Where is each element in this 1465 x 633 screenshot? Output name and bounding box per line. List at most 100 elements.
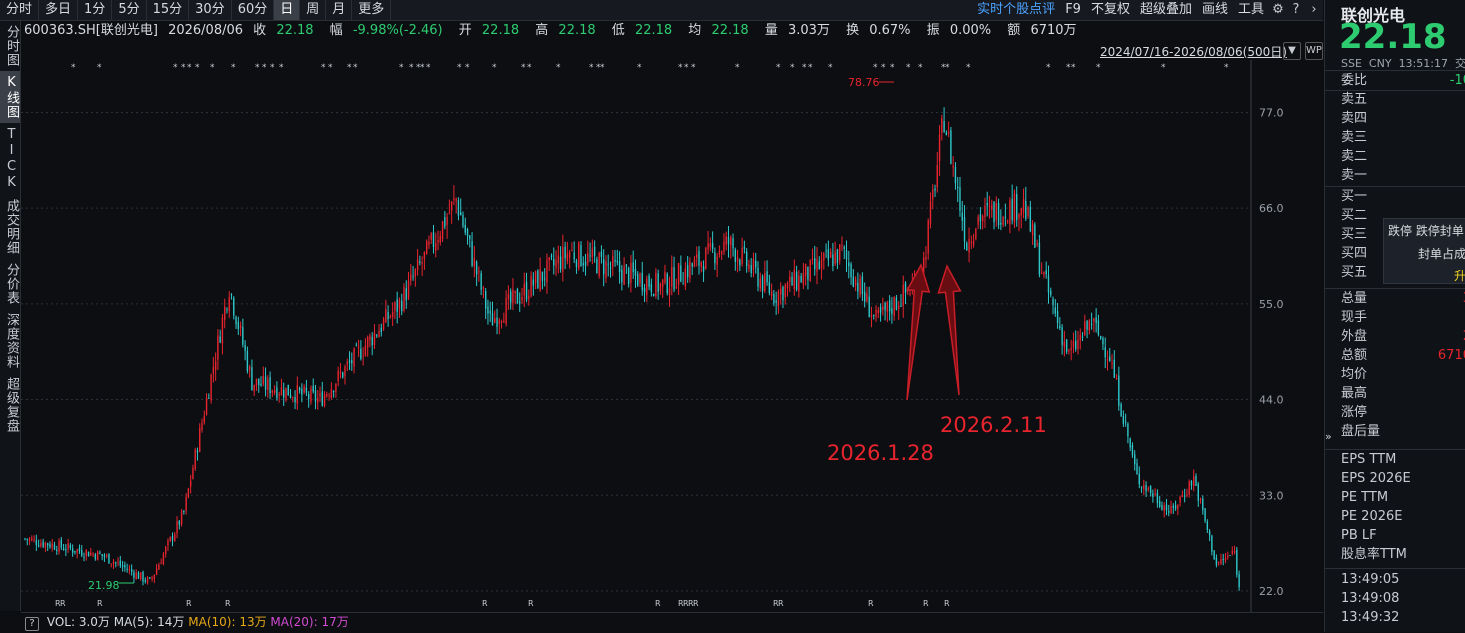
side-tabs: 分时图 K线图 TICK 成交明细 分价表 深度资料 超级复盘: [0, 21, 21, 611]
kline-chart[interactable]: * * * * * * * * * * * * * * * * * * * * * * * * * * * * * * * * * * * * * * * *…: [21, 60, 1323, 612]
candle-body: [101, 554, 103, 556]
wp-icon[interactable]: WP: [1305, 42, 1323, 60]
candle-body: [1215, 557, 1218, 565]
candle-body: [99, 552, 101, 554]
candle-body: [1163, 505, 1165, 511]
candle-body: [575, 260, 578, 267]
candle-body: [1104, 347, 1106, 358]
period-3[interactable]: 5分: [112, 0, 147, 20]
candle-body: [410, 274, 412, 281]
candle-body: [798, 275, 800, 292]
y-tick-label: 55.0: [1259, 298, 1284, 311]
candle-body: [253, 384, 255, 392]
candle-body: [675, 287, 678, 289]
candle-body: [634, 268, 637, 276]
candle-body: [87, 551, 90, 557]
side-tab-5[interactable]: 深度资料: [0, 309, 20, 373]
candle-body: [800, 275, 802, 283]
candle-body: [1204, 508, 1206, 521]
candle-body: [696, 254, 698, 258]
tool-button-0[interactable]: 实时个股点评: [972, 0, 1060, 20]
tool-button-3[interactable]: 超级叠加: [1135, 0, 1197, 20]
collapse-panel-icon[interactable]: »: [1325, 430, 1332, 443]
candle-body: [235, 316, 237, 325]
candle-body: [1115, 377, 1118, 379]
max-price-label: 78.76: [848, 76, 880, 89]
period-4[interactable]: 15分: [147, 0, 190, 20]
side-tab-0[interactable]: 分时图: [0, 21, 20, 71]
candle-body: [421, 262, 423, 264]
event-star-marker: *: [465, 63, 470, 73]
candle-body: [1138, 473, 1140, 485]
side-tab-4[interactable]: 分价表: [0, 259, 20, 309]
tool-button-5[interactable]: 工具: [1233, 0, 1269, 20]
candle-body: [984, 205, 986, 217]
candle-body: [1093, 318, 1095, 322]
candle-body: [550, 255, 553, 258]
event-star-marker: *: [279, 63, 284, 73]
candle-body: [124, 565, 126, 568]
candle-body: [689, 261, 691, 279]
candle-body: [902, 284, 904, 306]
candle-body: [591, 248, 594, 257]
period-1[interactable]: 多日: [39, 0, 79, 20]
period-0[interactable]: 分时: [0, 0, 40, 20]
gear-icon[interactable]: ⚙: [1269, 0, 1287, 20]
side-tab-6[interactable]: 超级复盘: [0, 373, 20, 437]
candle-body: [1236, 549, 1238, 575]
period-10[interactable]: 更多: [352, 0, 392, 20]
side-tab-1[interactable]: K线图: [0, 71, 20, 123]
candle-body: [766, 271, 768, 283]
candle-body: [1088, 320, 1091, 331]
candle-body: [1229, 555, 1231, 557]
candle-body: [895, 297, 898, 310]
period-8[interactable]: 周: [300, 0, 327, 20]
period-7[interactable]: 日: [274, 0, 301, 20]
tool-button-1[interactable]: F9: [1060, 0, 1086, 20]
candle-body: [1081, 336, 1084, 338]
tool-button-4[interactable]: 画线: [1197, 0, 1233, 20]
tool-button-2[interactable]: 不复权: [1086, 0, 1135, 20]
candle-body: [893, 297, 895, 316]
period-9[interactable]: 月: [326, 0, 353, 20]
candle-body: [35, 540, 38, 546]
candle-body: [1145, 484, 1147, 492]
candle-body: [276, 387, 278, 399]
candle-body: [1056, 311, 1059, 324]
period-2[interactable]: 1分: [78, 0, 113, 20]
y-tick-label: 77.0: [1259, 106, 1284, 119]
turnover-field: 换 0.67%: [846, 23, 911, 38]
date-range-selector[interactable]: 2024/07/16-2026/08/06(500日): [1100, 43, 1287, 60]
candle-body: [698, 250, 700, 266]
dropdown-icon[interactable]: ▼: [1283, 42, 1301, 60]
candle-body: [401, 300, 403, 312]
candle-body: [961, 212, 963, 221]
candle-body: [255, 378, 258, 386]
candle-body: [319, 393, 321, 397]
chevron-right-icon[interactable]: ›: [1305, 0, 1323, 20]
period-6[interactable]: 60分: [232, 0, 275, 20]
candle-body: [1065, 339, 1068, 352]
period-5[interactable]: 30分: [189, 0, 232, 20]
candle-body: [1054, 307, 1056, 314]
help-icon[interactable]: ?: [1287, 0, 1305, 20]
candle-body: [1000, 222, 1002, 225]
candle-body: [248, 366, 251, 371]
side-tab-2[interactable]: TICK: [0, 123, 20, 195]
candle-body: [1179, 496, 1181, 503]
candle-body: [725, 236, 727, 245]
side-tab-3[interactable]: 成交明细: [0, 195, 20, 259]
y-axis-labels: 77.0 66.0 55.0 44.0 33.0 22.0: [1259, 106, 1284, 598]
candle-body: [811, 258, 814, 261]
candle-body: [267, 378, 269, 391]
candle-body: [428, 241, 430, 245]
candle-body: [1050, 290, 1052, 296]
candle-body: [448, 212, 451, 214]
help-icon[interactable]: ?: [25, 617, 39, 631]
candle-body: [56, 549, 58, 552]
candle-body: [795, 271, 798, 290]
candle-body: [582, 263, 584, 266]
arrow-2026-2-11: [937, 264, 962, 396]
event-star-marker: *: [1161, 63, 1166, 73]
candle-body: [734, 249, 737, 262]
